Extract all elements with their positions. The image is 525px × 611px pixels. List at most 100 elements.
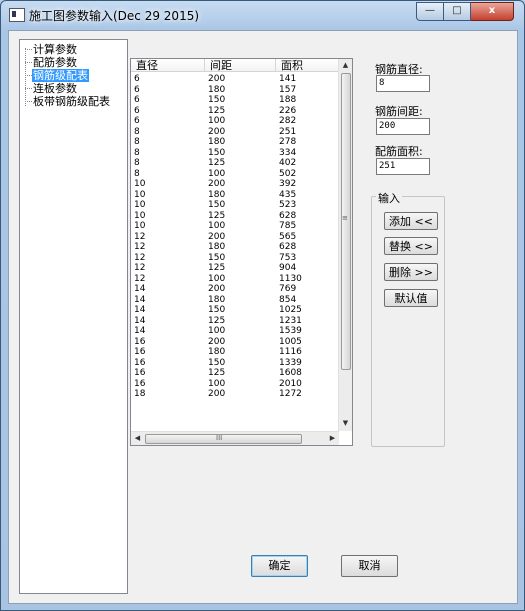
- scroll-right-arrow-icon[interactable]: ▶: [326, 432, 339, 445]
- table-row[interactable]: 6 180 157: [131, 85, 339, 96]
- area-field[interactable]: 251: [376, 158, 430, 175]
- table-row[interactable]: 12 100 1130: [131, 274, 339, 285]
- tree-item-slab-strip-rebar-table[interactable]: 板带钢筋级配表: [32, 95, 111, 108]
- replace-button[interactable]: 替换 <>: [384, 237, 438, 255]
- add-button[interactable]: 添加 <<: [384, 212, 438, 230]
- tree-item-rebar-table[interactable]: 钢筋级配表: [32, 69, 89, 82]
- maximize-button[interactable]: □: [444, 2, 471, 21]
- cell-spacing: 180: [208, 242, 226, 252]
- ok-button[interactable]: 确定: [251, 555, 308, 577]
- cell-diameter: 16: [134, 347, 146, 357]
- tree-item-continuous-slab-params[interactable]: 连板参数: [32, 82, 78, 95]
- close-button[interactable]: x: [471, 2, 514, 21]
- cell-area: 904: [279, 263, 297, 273]
- table-row[interactable]: 14 200 769: [131, 284, 339, 295]
- category-tree[interactable]: 计算参数 配筋参数 钢筋级配表 连板参数 板带钢筋级配表: [19, 39, 128, 594]
- cell-diameter: 16: [134, 368, 146, 378]
- table-row[interactable]: 10 150 523: [131, 200, 339, 211]
- table-row[interactable]: 6 100 282: [131, 116, 339, 127]
- table-row[interactable]: 16 150 1339: [131, 358, 339, 369]
- horizontal-scrollbar[interactable]: ◀ III ▶: [131, 431, 339, 445]
- cell-spacing: 150: [208, 200, 226, 210]
- title-bar[interactable]: 施工图参数输入(Dec 29 2015) — □ x: [1, 1, 524, 29]
- diameter-field[interactable]: 8: [376, 75, 430, 92]
- tree-item-reinforcement-params[interactable]: 配筋参数: [32, 56, 78, 69]
- scroll-down-arrow-icon[interactable]: ▼: [339, 417, 352, 430]
- table-row[interactable]: 8 150 334: [131, 148, 339, 159]
- table-row[interactable]: 10 180 435: [131, 190, 339, 201]
- table-row[interactable]: 6 125 226: [131, 106, 339, 117]
- cell-spacing: 200: [208, 284, 226, 294]
- tree-connector: [25, 62, 32, 63]
- cell-diameter: 10: [134, 179, 146, 189]
- table-row[interactable]: 8 125 402: [131, 158, 339, 169]
- cell-area: 785: [279, 221, 297, 231]
- column-header-area[interactable]: 面积: [276, 59, 339, 72]
- cell-spacing: 100: [208, 273, 226, 284]
- table-row[interactable]: 8 180 278: [131, 137, 339, 148]
- table-row[interactable]: 10 125 628: [131, 211, 339, 222]
- cell-spacing: 180: [208, 189, 226, 200]
- table-header: 直径 间距 面积: [131, 59, 339, 73]
- table-row[interactable]: 14 125 1231: [131, 316, 339, 327]
- table-row[interactable]: 8 200 251: [131, 127, 339, 138]
- table-row[interactable]: 16 180 1116: [131, 347, 339, 358]
- spacing-field[interactable]: 200: [376, 118, 430, 135]
- cell-area: 334: [279, 147, 297, 158]
- vertical-scroll-thumb[interactable]: ≡: [341, 73, 351, 370]
- cell-spacing: 180: [208, 84, 226, 95]
- cell-diameter: 14: [134, 305, 146, 315]
- spacing-label: 钢筋间距:: [375, 105, 423, 118]
- horizontal-scroll-thumb[interactable]: III: [145, 434, 302, 444]
- tree-item-calc-params[interactable]: 计算参数: [32, 43, 78, 56]
- cell-spacing: 150: [208, 147, 226, 158]
- cell-diameter: 8: [134, 137, 140, 147]
- table-row[interactable]: 6 150 188: [131, 95, 339, 106]
- cell-diameter: 8: [134, 147, 140, 158]
- cell-spacing: 100: [208, 116, 226, 126]
- cell-spacing: 100: [208, 221, 226, 231]
- table-row[interactable]: 8 100 502: [131, 169, 339, 180]
- column-header-spacing[interactable]: 间距: [205, 59, 276, 72]
- cell-spacing: 180: [208, 294, 226, 305]
- cell-spacing: 100: [208, 326, 226, 336]
- grip-icon: III: [216, 434, 223, 442]
- table-row[interactable]: 14 150 1025: [131, 305, 339, 316]
- minimize-button[interactable]: —: [416, 2, 444, 21]
- table-body: 6 200 141 6 180 157 6 150 188 6 125 226 6 100 282 8 200 2…: [131, 74, 339, 430]
- column-header-diameter[interactable]: 直径: [131, 59, 205, 72]
- cell-area: 753: [279, 252, 297, 263]
- cell-area: 502: [279, 168, 297, 179]
- default-button[interactable]: 默认值: [384, 289, 438, 307]
- table-row[interactable]: 6 200 141: [131, 74, 339, 85]
- scroll-left-arrow-icon[interactable]: ◀: [131, 432, 144, 445]
- rebar-table[interactable]: 直径 间距 面积 6 200 141 6 180 157 6 150 188 6 125 226 6 10…: [130, 58, 353, 446]
- cell-spacing: 150: [208, 357, 226, 368]
- table-row[interactable]: 14 100 1539: [131, 326, 339, 337]
- cell-area: 769: [279, 284, 297, 294]
- table-row[interactable]: 16 100 2010: [131, 379, 339, 390]
- table-row[interactable]: 10 200 392: [131, 179, 339, 190]
- scroll-up-arrow-icon[interactable]: ▲: [339, 59, 352, 72]
- tree-connector: [25, 101, 32, 102]
- table-row[interactable]: 12 200 565: [131, 232, 339, 243]
- table-row[interactable]: 12 150 753: [131, 253, 339, 264]
- cell-spacing: 125: [208, 315, 226, 326]
- cell-spacing: 125: [208, 158, 226, 168]
- table-row[interactable]: 10 100 785: [131, 221, 339, 232]
- cell-area: 1130: [279, 273, 302, 284]
- table-row[interactable]: 12 125 904: [131, 263, 339, 274]
- cell-spacing: 100: [208, 378, 226, 389]
- cell-diameter: 10: [134, 210, 146, 221]
- cancel-button[interactable]: 取消: [341, 555, 398, 577]
- cell-diameter: 14: [134, 294, 146, 305]
- table-row[interactable]: 16 200 1005: [131, 337, 339, 348]
- table-row[interactable]: 14 180 854: [131, 295, 339, 306]
- table-row[interactable]: 16 125 1608: [131, 368, 339, 379]
- delete-button[interactable]: 删除 >>: [384, 263, 438, 281]
- cell-area: 1272: [279, 389, 302, 399]
- cell-area: 251: [279, 126, 297, 137]
- table-row[interactable]: 12 180 628: [131, 242, 339, 253]
- vertical-scrollbar[interactable]: ▲ ≡ ▼: [338, 59, 352, 431]
- table-row[interactable]: 18 200 1272: [131, 389, 339, 400]
